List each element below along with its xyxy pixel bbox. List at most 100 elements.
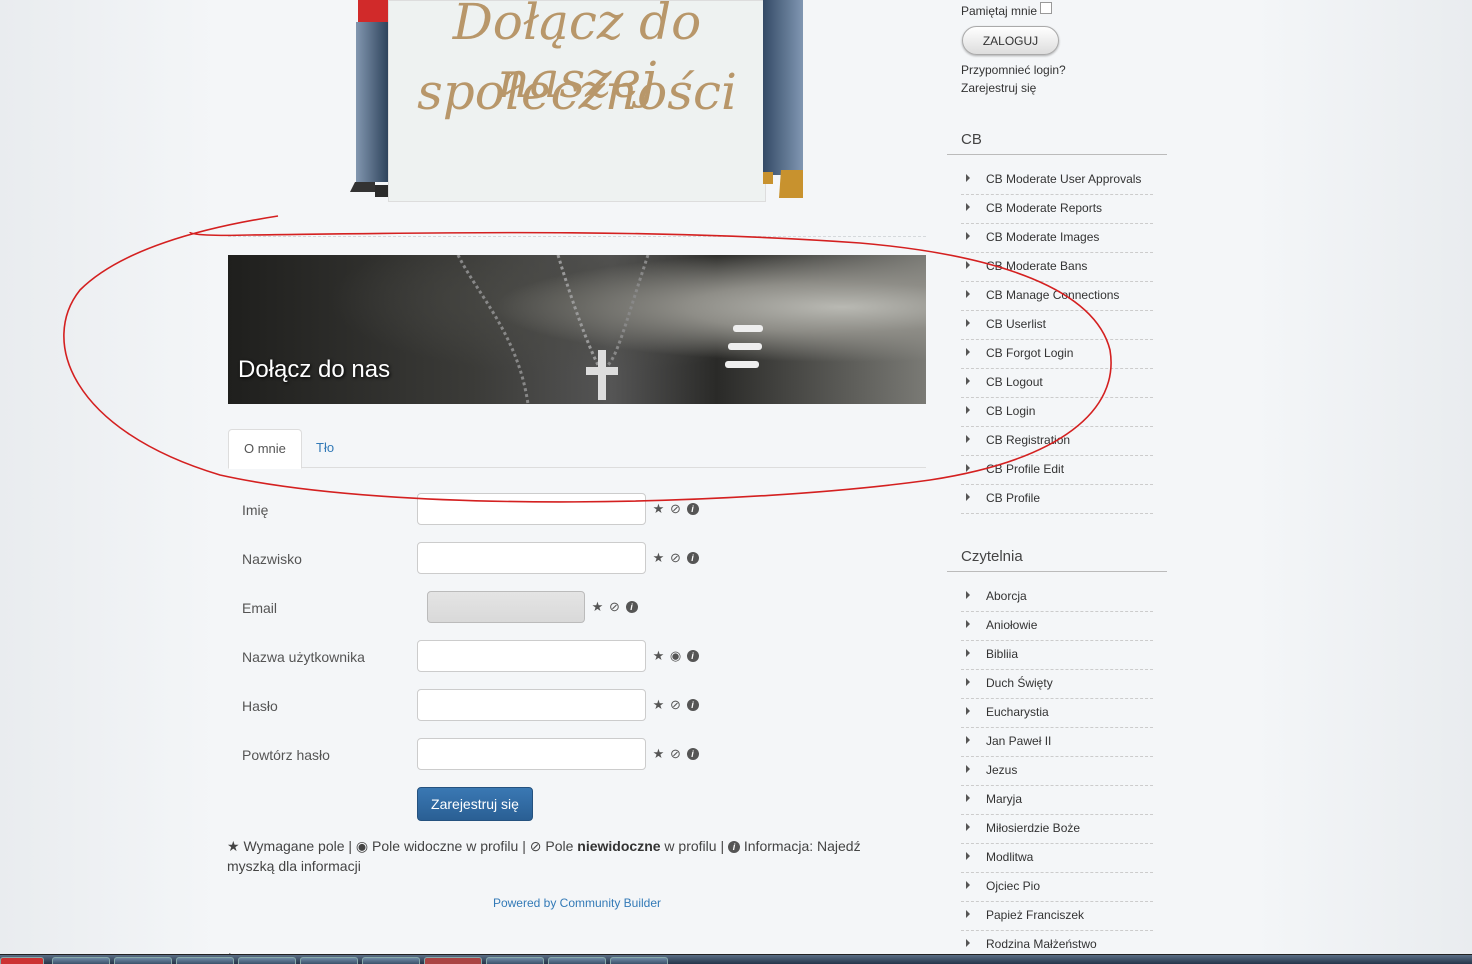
field-icons: ★ ◉ i (650, 648, 701, 664)
caret-right-icon (966, 319, 970, 327)
reading-menu-item[interactable]: Ojciec Pio (961, 873, 1153, 902)
eye-icon: ◉ (669, 648, 682, 663)
register-link[interactable]: Zarejestruj się (961, 81, 1036, 95)
menu-item-label: CB Moderate Bans (986, 259, 1088, 273)
reading-menu-item[interactable]: Modlitwa (961, 844, 1153, 873)
caret-right-icon (966, 174, 970, 182)
tab-o-mnie[interactable]: O mnie (228, 429, 302, 469)
password-repeat-input[interactable] (417, 738, 646, 770)
login-button[interactable]: ZALOGUJ (962, 26, 1059, 55)
password-input[interactable] (417, 689, 646, 721)
reading-menu-item[interactable]: Eucharystia (961, 699, 1153, 728)
info-icon[interactable]: i (684, 746, 701, 761)
star-icon: ★ (227, 838, 240, 854)
caret-right-icon (966, 881, 970, 889)
username-input[interactable] (417, 640, 646, 672)
eye-icon: ◉ (355, 838, 369, 854)
menu-item-label: Modlitwa (986, 850, 1034, 864)
person-right-image (763, 0, 808, 200)
cb-module-title: CB (947, 131, 1167, 155)
caret-right-icon (966, 765, 970, 773)
info-icon[interactable]: i (684, 697, 701, 712)
info-icon[interactable]: i (623, 599, 640, 614)
reading-menu-item[interactable]: Aborcja (961, 583, 1153, 612)
cb-menu-item[interactable]: CB Moderate Reports (961, 195, 1153, 224)
reading-menu-item[interactable]: Jan Paweł II (961, 728, 1153, 757)
menu-item-label: Jan Paweł II (986, 734, 1052, 748)
first-name-input[interactable] (417, 493, 646, 525)
caret-right-icon (966, 823, 970, 831)
field-label: Nazwa użytkownika (242, 649, 365, 665)
field-label: Nazwisko (242, 551, 302, 567)
info-icon: i (727, 838, 740, 854)
eye-slash-icon: ⊘ (670, 697, 681, 712)
cb-menu-item[interactable]: CB Login (961, 398, 1153, 427)
powered-by-link[interactable]: Powered by Community Builder (228, 896, 926, 910)
eye-slash-icon: ⊘ (609, 599, 620, 614)
hero-banner: Dołącz do naszej społeczności (345, 0, 810, 205)
menu-item-label: CB Moderate Reports (986, 201, 1103, 215)
caret-right-icon (966, 406, 970, 414)
cb-menu-item[interactable]: CB Moderate Bans (961, 253, 1153, 282)
field-label: Powtórz hasło (242, 747, 330, 763)
cover-image: Dołącz do nas (228, 255, 926, 404)
cb-menu-item[interactable]: CB Manage Connections (961, 282, 1153, 311)
cb-menu-item[interactable]: CB Userlist (961, 311, 1153, 340)
cb-menu-item[interactable]: CB Registration (961, 427, 1153, 456)
form-row-password: Hasło ★ ⊘ i (228, 689, 926, 723)
menu-item-label: Ojciec Pio (986, 879, 1041, 893)
reading-module-title: Czytelnia (947, 548, 1167, 572)
required-star-icon: ★ (652, 550, 665, 565)
info-icon[interactable]: i (684, 648, 701, 663)
forgot-login-link[interactable]: Przypomnieć login? (961, 63, 1066, 77)
cb-menu-item[interactable]: CB Profile (961, 485, 1153, 514)
caret-right-icon (966, 261, 970, 269)
caret-right-icon (966, 649, 970, 657)
cb-menu-item[interactable]: CB Profile Edit (961, 456, 1153, 485)
email-input[interactable] (427, 591, 585, 623)
caret-right-icon (966, 910, 970, 918)
last-name-input[interactable] (417, 542, 646, 574)
required-star-icon: ★ (652, 648, 665, 663)
menu-item-label: CB Registration (986, 433, 1071, 447)
menu-item-label: Eucharystia (986, 705, 1049, 719)
eye-slash-icon: ⊘ (670, 550, 681, 565)
info-icon[interactable]: i (684, 501, 701, 516)
form-row-imie: Imię ★ ⊘ i (228, 493, 926, 527)
menu-item-label: Papież Franciszek (986, 908, 1085, 922)
cb-menu-item[interactable]: CB Logout (961, 369, 1153, 398)
cb-menu-item[interactable]: CB Moderate Images (961, 224, 1153, 253)
reading-menu-item[interactable]: Jezus (961, 757, 1153, 786)
menu-item-label: CB Manage Connections (986, 288, 1120, 302)
caret-right-icon (966, 736, 970, 744)
field-icons: ★ ⊘ i (589, 599, 640, 615)
cb-menu-item[interactable]: CB Moderate User Approvals (961, 166, 1153, 195)
caret-right-icon (966, 377, 970, 385)
caret-right-icon (966, 707, 970, 715)
caret-right-icon (966, 678, 970, 686)
tab-tlo[interactable]: Tło (301, 429, 349, 467)
menu-item-label: CB Profile (986, 491, 1041, 505)
required-star-icon: ★ (591, 599, 604, 614)
caret-right-icon (966, 939, 970, 947)
cb-menu-item[interactable]: CB Forgot Login (961, 340, 1153, 369)
caret-right-icon (966, 435, 970, 443)
field-icons: ★ ⊘ i (650, 746, 701, 762)
required-star-icon: ★ (652, 697, 665, 712)
reading-menu-item[interactable]: Aniołowie (961, 612, 1153, 641)
field-label: Imię (242, 502, 269, 518)
field-label: Email (242, 600, 278, 616)
reading-menu-item[interactable]: Papież Franciszek (961, 902, 1153, 931)
eye-slash-icon: ⊘ (529, 838, 542, 854)
reading-menu-item[interactable]: Duch Święty (961, 670, 1153, 699)
reading-menu-item[interactable]: Bibliia (961, 641, 1153, 670)
menu-item-label: CB Login (986, 404, 1036, 418)
form-row-password-repeat: Powtórz hasło ★ ⊘ i (228, 738, 926, 772)
caret-right-icon (966, 464, 970, 472)
reading-menu-item[interactable]: Miłosierdzie Boże (961, 815, 1153, 844)
reading-menu-item[interactable]: Maryja (961, 786, 1153, 815)
info-icon[interactable]: i (684, 550, 701, 565)
remember-me-checkbox[interactable] (1040, 2, 1053, 14)
register-button[interactable]: Zarejestruj się (417, 787, 533, 821)
required-star-icon: ★ (652, 501, 665, 516)
